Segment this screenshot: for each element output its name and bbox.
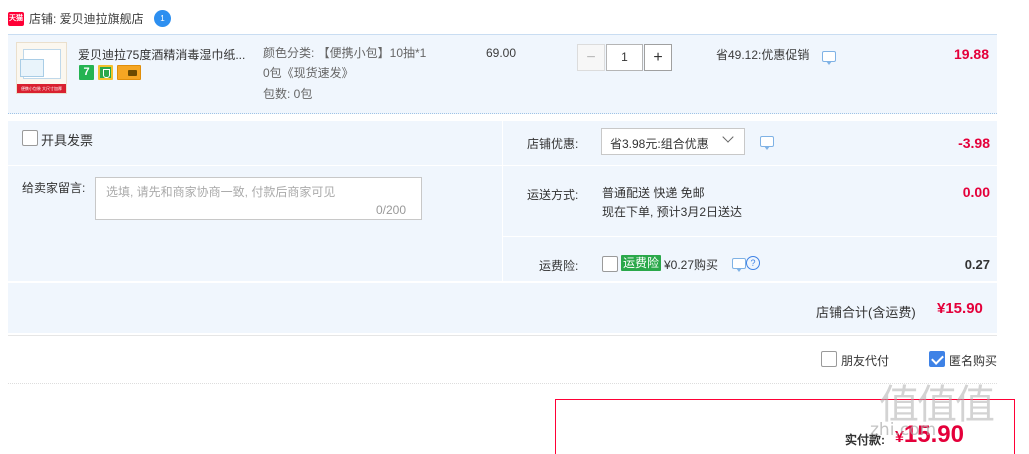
credit-card-icon[interactable]: [117, 65, 141, 80]
guarantee-icon[interactable]: [98, 65, 113, 80]
seven-day-return-icon[interactable]: 7: [79, 65, 94, 80]
shop-discount-label: 店铺优惠:: [527, 137, 579, 151]
insurance-tag: 运费险: [621, 255, 662, 271]
insurance-message-icon[interactable]: [732, 258, 746, 272]
insurance-amount: 0.27: [964, 257, 990, 272]
memo-char-count: 0/200: [376, 203, 407, 217]
sku-pack-count: 包数: 0包: [263, 87, 313, 101]
product-pack-graphic-small: [20, 59, 44, 77]
section-divider: [8, 335, 997, 336]
quantity-decrease-button[interactable]: −: [577, 44, 605, 71]
anonymous-buy-checkbox[interactable]: [929, 351, 945, 367]
help-icon[interactable]: ?: [746, 256, 760, 270]
panel-divider: [503, 236, 997, 237]
quantity-increase-button[interactable]: +: [644, 44, 672, 71]
insurance-checkbox[interactable]: [602, 256, 618, 272]
sku-color-line-cont: 0包《现货速发》: [263, 66, 354, 80]
unit-price: 69.00: [486, 46, 517, 60]
shipping-amount: 0.00: [962, 184, 990, 200]
shipping-estimate: 现在下单, 预计3月2日送达: [602, 205, 743, 219]
memo-placeholder: 选填, 请先和商家协商一致, 付款后商家可见: [106, 185, 336, 199]
invoice-label: 开具发票: [41, 133, 94, 148]
shop-name-link[interactable]: 店铺: 爱贝迪拉旗舰店: [29, 12, 144, 26]
product-thumbnail[interactable]: 便携小包装 大尺寸加厚: [16, 42, 67, 94]
sku-color-line: 颜色分类: 【便携小包】10抽*1: [263, 46, 427, 60]
promo-message-icon[interactable]: [822, 51, 836, 65]
panel-divider: [503, 165, 997, 166]
invoice-checkbox[interactable]: [22, 130, 38, 146]
shop-total-value: ¥15.90: [937, 300, 983, 317]
site-watermark-url: zhi.com: [870, 420, 937, 440]
memo-label: 给卖家留言:: [22, 181, 86, 195]
quantity-input[interactable]: 1: [606, 44, 643, 71]
insurance-label: 运费险:: [539, 259, 579, 273]
shop-total-label: 店铺合计(含运费): [816, 305, 916, 320]
chat-icon[interactable]: 1: [154, 10, 171, 27]
shipping-method: 普通配送 快递 免邮: [602, 186, 705, 200]
item-subtotal: 19.88: [953, 46, 989, 62]
tmall-logo: 天猫: [8, 12, 24, 26]
panel-divider: [8, 165, 502, 166]
discount-message-icon[interactable]: [760, 136, 774, 150]
promotion-text: 省49.12:优惠促销: [716, 48, 810, 62]
friend-pay-checkbox[interactable]: [821, 351, 837, 367]
insurance-price: ¥0.27购买: [664, 258, 719, 272]
shop-discount-amount: -3.98: [958, 135, 990, 151]
shipping-label: 运送方式:: [527, 188, 579, 202]
section-divider: [8, 383, 997, 384]
shop-discount-selected: 省3.98元:组合优惠: [610, 137, 709, 151]
thumbnail-banner: 便携小包装 大尺寸加厚: [17, 84, 66, 93]
anonymous-buy-label[interactable]: 匿名购买: [949, 352, 997, 369]
friend-pay-label[interactable]: 朋友代付: [841, 352, 889, 369]
product-title-link[interactable]: 爱贝迪拉75度酒精消毒湿巾纸...: [78, 46, 252, 63]
